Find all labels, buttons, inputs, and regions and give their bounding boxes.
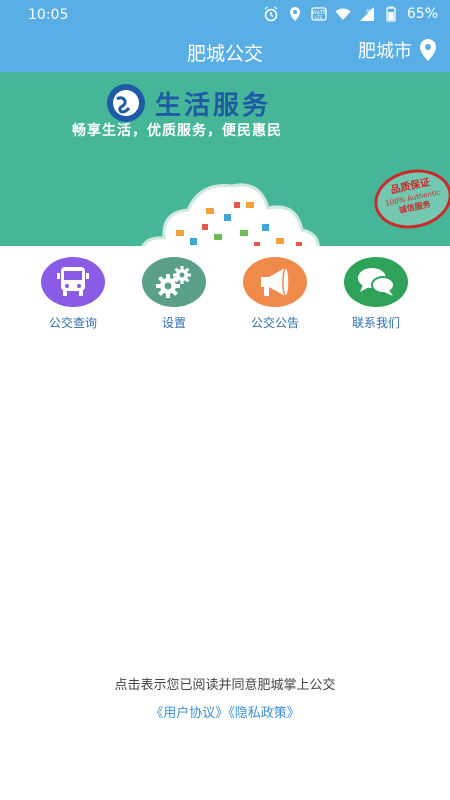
status-icons: VoLTE LTE 4G 65% <box>263 6 438 22</box>
alarm-icon <box>264 6 278 22</box>
city-selector[interactable]: 肥城市 <box>358 37 438 63</box>
status-time: 10:05 <box>28 7 69 23</box>
location-icon <box>289 7 300 21</box>
nav-contact-us-label: 联系我们 <box>351 316 400 330</box>
bus-icon <box>41 257 105 307</box>
svg-text:4G: 4G <box>366 9 373 15</box>
privacy-policy-link[interactable]: 《隐私政策》 <box>228 706 300 721</box>
signal-4g-icon: 4G <box>359 7 374 21</box>
feature-nav: 公交查询 设置 公交公告 联系我们 <box>0 257 450 337</box>
wifi-icon <box>335 8 351 20</box>
megaphone-icon <box>243 257 307 307</box>
cloud-services-illustration <box>141 183 320 246</box>
volte-icon: VoLTELTE <box>311 7 327 21</box>
globe-icon <box>107 84 145 122</box>
location-pin-icon <box>420 39 436 61</box>
banner-subheading: 畅享生活，优质服务，便民惠民 <box>72 123 282 139</box>
nav-bus-notice[interactable]: 公交公告 <box>225 257 325 331</box>
nav-settings[interactable]: 设置 <box>124 257 224 331</box>
agreement-notice: 点击表示您已阅读并同意肥城掌上公交 <box>114 678 336 693</box>
service-banner[interactable]: 生活服务 畅享生活，优质服务，便民惠民 品质保证 100% Authentic … <box>0 72 450 246</box>
city-label: 肥城市 <box>358 41 412 62</box>
nav-bus-notice-label: 公交公告 <box>250 316 299 330</box>
chat-icon <box>344 257 408 307</box>
gear-icon <box>142 257 206 307</box>
battery-icon <box>386 6 396 22</box>
user-agreement-link[interactable]: 《用户协议》 <box>150 706 228 721</box>
banner-heading: 生活服务 <box>155 90 272 121</box>
agreement-links: 《用户协议》《隐私政策》 <box>0 702 450 721</box>
battery-level: 65% <box>406 6 438 22</box>
nav-bus-query-label: 公交查询 <box>48 316 97 330</box>
nav-contact-us[interactable]: 联系我们 <box>326 257 426 331</box>
nav-settings-label: 设置 <box>161 316 186 330</box>
app-bar: 肥城公交 肥城市 <box>0 30 450 72</box>
svg-text:LTE: LTE <box>315 15 323 21</box>
quality-stamp: 品质保证 100% Authentic 诚信服务 <box>368 162 450 236</box>
banner-heading-group: 生活服务 <box>105 82 271 124</box>
status-bar: 10:05 VoLTE LTE 4G 65% <box>0 0 450 30</box>
nav-bus-query[interactable]: 公交查询 <box>23 257 123 331</box>
